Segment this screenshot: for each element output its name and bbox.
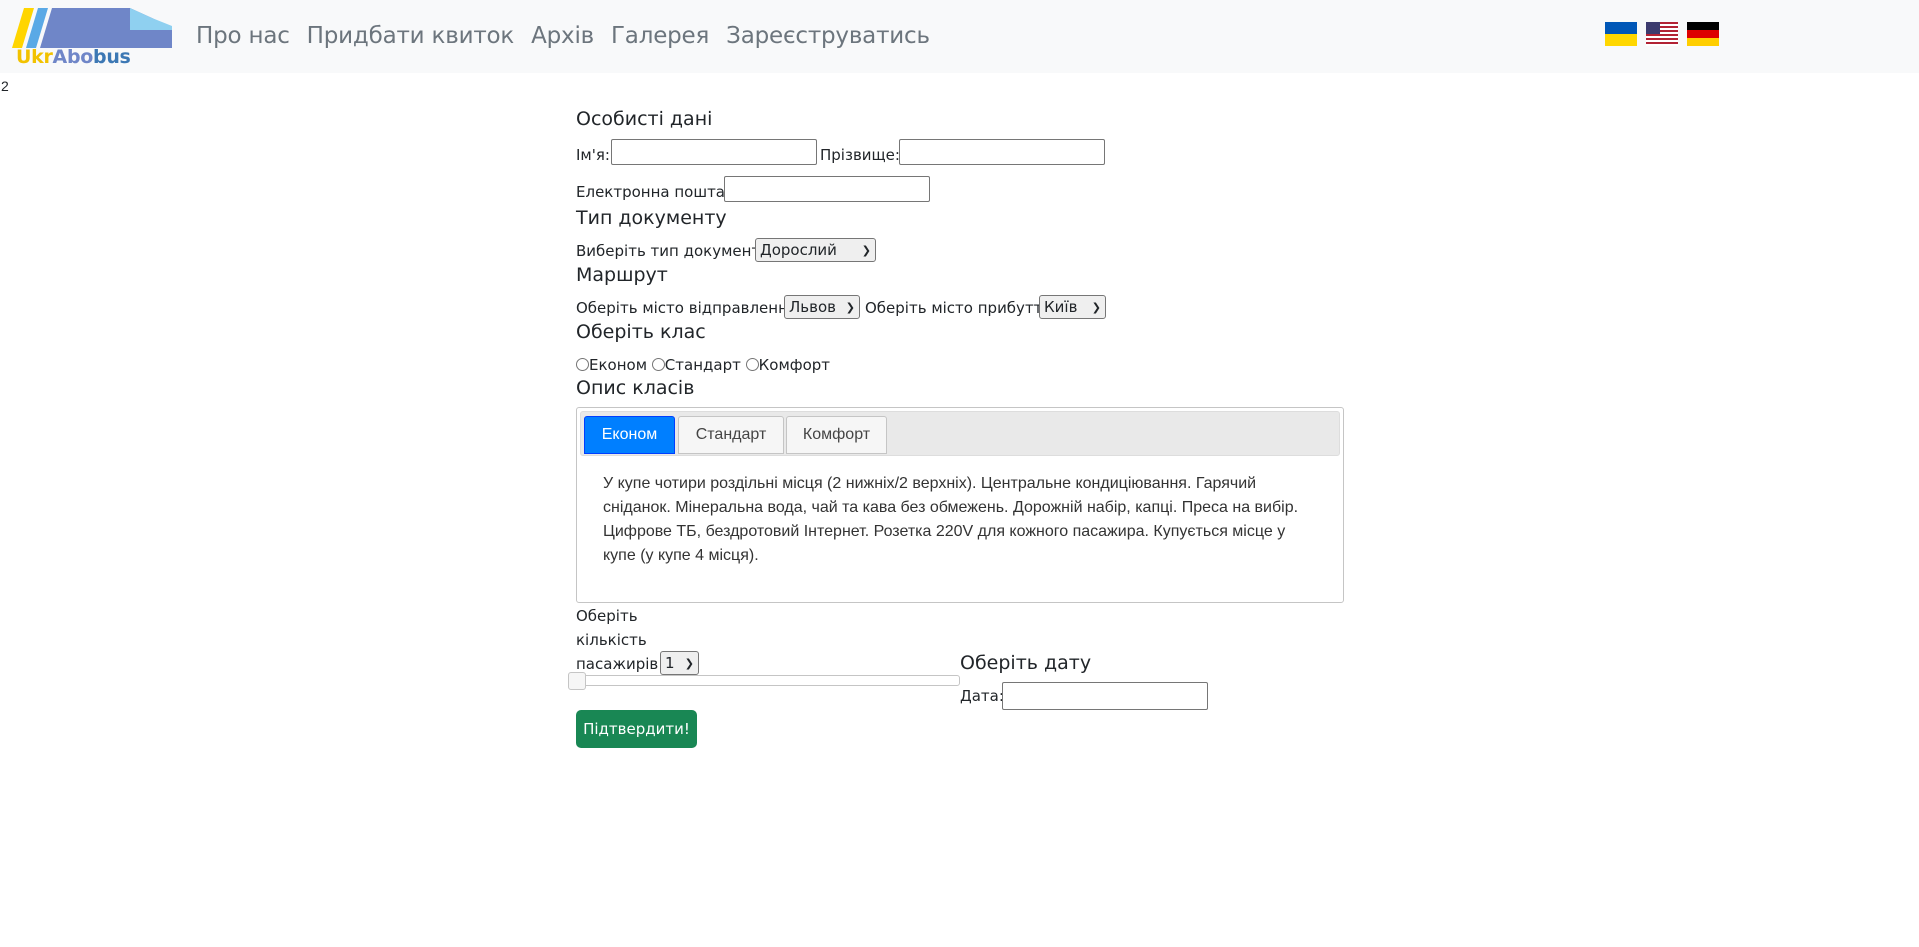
nav-link-archive[interactable]: Архів [531, 23, 594, 49]
class-radio-standard[interactable] [651, 358, 665, 371]
germany-flag-icon[interactable] [1687, 22, 1719, 46]
tab-economy[interactable]: Економ [584, 416, 675, 454]
passengers-label-line3: пасажирів [576, 655, 659, 673]
passengers-label-line1: Оберіть [576, 607, 638, 625]
date-heading: Оберіть дату [960, 652, 1092, 674]
chevron-down-icon: ❯ [845, 300, 855, 314]
departure-value: Львов [789, 298, 836, 316]
passengers-slider[interactable] [576, 675, 960, 686]
tab-comfort[interactable]: Комфорт [786, 416, 887, 454]
chevron-down-icon: ❯ [1091, 300, 1101, 314]
arrival-value: Київ [1044, 298, 1078, 316]
nav-menu: Про нас Придбати квиток Архів Галерея За… [196, 23, 930, 49]
class-description-text: У купе чотири роздільні місця (2 нижніх/… [603, 475, 1299, 564]
logo-text: UkrAbobus [16, 46, 131, 68]
nav-link-buy-ticket[interactable]: Придбати квиток [307, 23, 515, 49]
class-radio-comfort[interactable] [745, 358, 759, 371]
passengers-value: 1 [665, 654, 675, 672]
arrival-label: Оберіть місто прибуття [865, 299, 1052, 317]
last-name-input[interactable] [899, 139, 1105, 165]
chevron-down-icon: ❯ [684, 656, 694, 670]
first-name-input[interactable] [611, 139, 817, 165]
nav-link-register[interactable]: Зареєструватись [726, 23, 930, 49]
route-heading: Маршрут [576, 264, 668, 286]
logo[interactable]: UkrAbobus [12, 8, 172, 68]
document-type-select[interactable]: Дорослий ❯ [755, 238, 876, 262]
class-options: Економ Стандарт Комфорт [576, 356, 830, 374]
passengers-slider-handle[interactable] [568, 672, 586, 690]
logo-text-bus: bus [93, 46, 131, 68]
class-option-comfort-label: Комфорт [758, 356, 831, 374]
first-name-label: Ім'я: [576, 146, 610, 164]
class-description-heading: Опис класів [576, 377, 695, 399]
nav-link-about[interactable]: Про нас [196, 23, 290, 49]
logo-graphic [12, 8, 172, 48]
class-option-economy-label: Економ [589, 356, 648, 374]
date-input[interactable] [1002, 682, 1208, 710]
departure-select[interactable]: Львов ❯ [784, 295, 860, 319]
logo-text-abo: Abo [52, 46, 94, 68]
tab-standard[interactable]: Стандарт [678, 416, 784, 454]
class-heading: Оберіть клас [576, 321, 706, 343]
usa-flag-icon[interactable] [1646, 22, 1678, 46]
email-input[interactable] [724, 176, 930, 202]
ukraine-flag-icon[interactable] [1605, 22, 1637, 46]
stray-text: 2 [1, 78, 9, 94]
navbar: UkrAbobus Про нас Придбати квиток Архів … [0, 0, 1919, 73]
class-radio-economy[interactable] [576, 358, 589, 371]
personal-data-heading: Особисті дані [576, 108, 713, 130]
passengers-select[interactable]: 1 ❯ [660, 651, 699, 675]
class-tabs-bar: Економ Стандарт Комфорт [580, 411, 1340, 456]
last-name-label: Прізвище: [820, 146, 900, 164]
chevron-down-icon: ❯ [861, 243, 871, 257]
language-switcher [1605, 22, 1719, 46]
departure-label: Оберіть місто відправлення [576, 299, 797, 317]
document-type-label: Виберіть тип документу [576, 242, 770, 260]
document-type-heading: Тип документу [576, 207, 727, 229]
class-tabs: Економ Стандарт Комфорт У купе чотири ро… [576, 407, 1344, 603]
passengers-label-line2: кількість [576, 631, 647, 649]
logo-text-ukr: Ukr [16, 46, 53, 68]
date-label: Дата: [960, 687, 1004, 705]
email-label: Електронна пошта : [576, 183, 735, 201]
nav-link-gallery[interactable]: Галерея [611, 23, 709, 49]
document-type-value: Дорослий [760, 241, 837, 259]
class-option-standard-label: Стандарт [664, 356, 741, 374]
arrival-select[interactable]: Київ ❯ [1039, 295, 1106, 319]
submit-button[interactable]: Підтвердити! [576, 710, 697, 748]
